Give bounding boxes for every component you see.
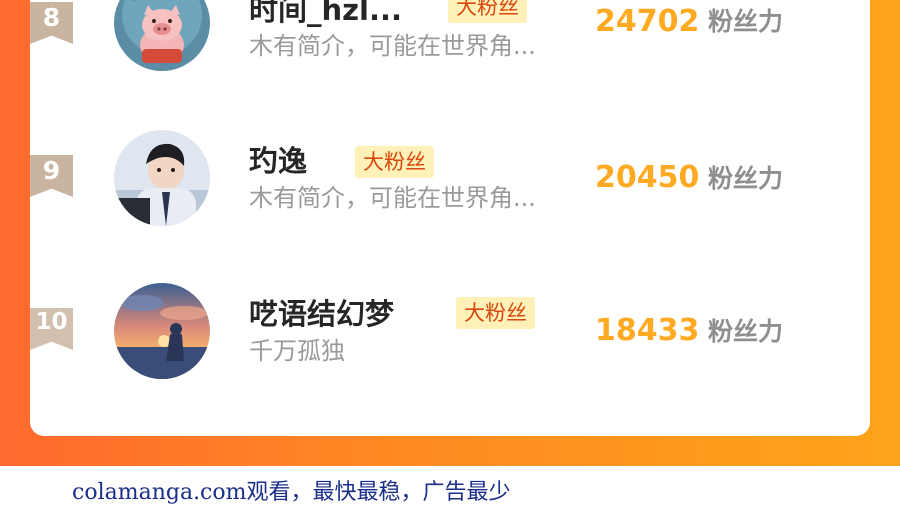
fan-level-tag: 大粉丝 — [448, 0, 527, 23]
fan-level-tag: 大粉丝 — [355, 146, 434, 178]
user-bio: 千万孤独 — [249, 337, 345, 365]
user-bio: 木有简介，可能在世界角... — [249, 184, 536, 212]
boy-photo-avatar-icon[interactable] — [114, 130, 210, 226]
fan-power-score: 20450 — [595, 160, 700, 195]
rank-number: 9 — [42, 156, 61, 185]
rank-number: 8 — [42, 3, 61, 32]
site-watermark: colamanga.com观看，最快最稳，广告最少 — [72, 480, 511, 505]
fan-power-score: 18433 — [595, 313, 700, 348]
rank-number: 10 — [35, 309, 68, 335]
sunset-anime-avatar-icon[interactable] — [114, 283, 210, 379]
fan-power-unit: 粉丝力 — [708, 317, 784, 346]
user-name[interactable]: 时间_hzl... — [249, 0, 402, 28]
fan-power-score: 24702 — [595, 4, 700, 39]
user-name[interactable]: 玓逸 — [249, 143, 307, 179]
user-name[interactable]: 呓语结幻梦 — [249, 296, 394, 332]
fan-power-unit: 粉丝力 — [708, 164, 784, 193]
fan-level-tag: 大粉丝 — [456, 297, 535, 329]
fan-power-unit: 粉丝力 — [708, 7, 784, 36]
user-bio: 木有简介，可能在世界角... — [249, 32, 536, 60]
